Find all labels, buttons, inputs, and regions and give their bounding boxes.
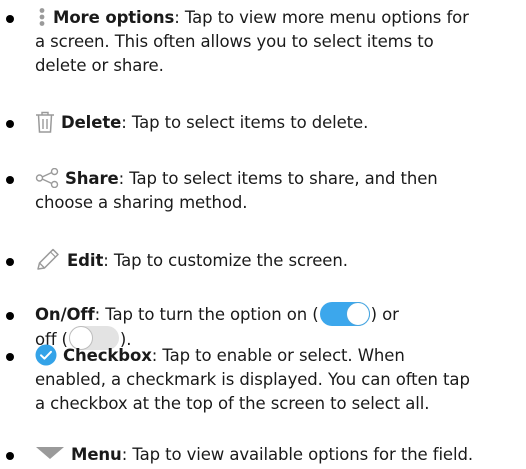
bullet	[6, 312, 14, 320]
trash-icon	[35, 111, 55, 133]
description-line: : Tap to view available options for the …	[121, 445, 473, 464]
description-line: delete or share.	[35, 56, 164, 75]
description-line: : Tap to turn the option on (	[94, 305, 319, 324]
list-item-text: Edit: Tap to customize the screen.	[35, 247, 524, 274]
more-options-icon	[37, 7, 47, 27]
dropdown-triangle-icon	[35, 446, 65, 460]
list-item-text: Checkbox: Tap to enable or select. When …	[35, 344, 524, 416]
term-more-options: More options	[53, 8, 175, 27]
description-line: : Tap to select items to delete.	[121, 113, 369, 132]
description-line: a checkbox at the top of the screen to s…	[35, 394, 430, 413]
term-checkbox: Checkbox	[63, 346, 152, 365]
description-line: a screen. This often allows you to selec…	[35, 32, 434, 51]
bullet	[6, 120, 14, 128]
list-item-text: Delete: Tap to select items to delete.	[35, 111, 524, 135]
list-item-text: Share: Tap to select items to share, and…	[35, 167, 524, 215]
description-line: : Tap to customize the screen.	[103, 251, 348, 270]
description-line: : Tap to select items to share, and then	[118, 169, 438, 188]
toggle-knob	[345, 301, 370, 326]
description-line: choose a sharing method.	[35, 193, 248, 212]
description-line: : Tap to view more menu options for	[174, 8, 469, 27]
toggle-on-example	[319, 301, 370, 326]
list-item-text: Menu: Tap to view available options for …	[35, 443, 524, 467]
description-line: enabled, a checkmark is displayed. You c…	[35, 370, 470, 389]
description-text: ) or	[370, 305, 399, 324]
checkbox-icon	[35, 344, 57, 366]
pencil-icon	[35, 247, 61, 271]
bullet	[6, 452, 14, 460]
description-line: : Tap to enable or select. When	[151, 346, 405, 365]
bullet	[6, 176, 14, 184]
bullet	[6, 15, 14, 23]
list-item-text: More options: Tap to view more menu opti…	[35, 6, 524, 78]
icon-definitions-page: More options: Tap to view more menu opti…	[0, 0, 526, 469]
term-delete: Delete	[61, 113, 122, 132]
bullet	[6, 353, 14, 361]
term-share: Share	[65, 169, 119, 188]
bullet	[6, 258, 14, 266]
term-on-off: On/Off	[35, 305, 95, 324]
term-edit: Edit	[67, 251, 104, 270]
share-icon	[35, 167, 59, 188]
term-menu: Menu	[71, 445, 122, 464]
